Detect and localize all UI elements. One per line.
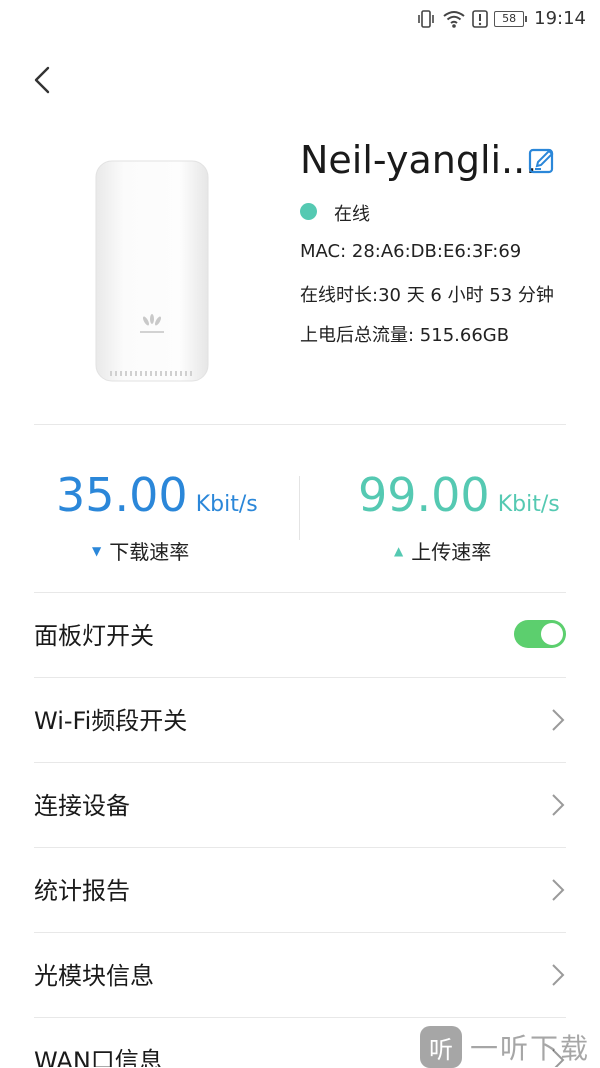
status-time: 19:14 (534, 8, 586, 29)
toggle-knob (541, 623, 563, 645)
chevron-right-icon (552, 879, 565, 901)
row-divider (34, 1017, 566, 1018)
router-image (95, 160, 209, 382)
connected-devices-row[interactable]: 连接设备 (34, 764, 566, 848)
connected-devices-label: 连接设备 (34, 792, 130, 820)
mac-address: MAC: 28:A6:DB:E6:3F:69 (300, 241, 522, 262)
upload-label: ▲ 上传速率 (394, 536, 491, 565)
upload-speed-value: 99.00 (358, 468, 490, 522)
statistics-report-row[interactable]: 统计报告 (34, 849, 566, 933)
chevron-right-icon (552, 794, 565, 816)
total-traffic: 上电后总流量: 515.66GB (300, 325, 510, 346)
panel-light-row[interactable]: 面板灯开关 (34, 594, 566, 678)
chevron-right-icon (552, 964, 565, 986)
row-divider (34, 847, 566, 848)
status-icons: 58 19:14 (416, 8, 586, 29)
battery-icon: 58 (494, 10, 528, 27)
upload-speed: 99.00 Kbit/s (358, 468, 560, 522)
wifi-band-label: Wi-Fi频段开关 (34, 707, 188, 735)
download-speed: 35.00 Kbit/s (56, 468, 258, 522)
online-status-dot (300, 203, 317, 220)
download-speed-value: 35.00 (56, 468, 188, 522)
battery-level: 58 (502, 12, 517, 25)
section-divider (34, 592, 566, 593)
wifi-icon (443, 10, 465, 28)
panel-light-toggle[interactable] (514, 620, 566, 648)
online-duration: 在线时长:30 天 6 小时 53 分钟 (300, 285, 554, 306)
download-speed-unit: Kbit/s (195, 492, 258, 517)
row-divider (34, 762, 566, 763)
panel-light-label: 面板灯开关 (34, 622, 154, 650)
wifi-band-row[interactable]: Wi-Fi频段开关 (34, 679, 566, 763)
speed-divider (299, 476, 300, 540)
chevron-right-icon (552, 709, 565, 731)
edit-icon[interactable] (527, 146, 557, 176)
status-bar: 58 19:14 (0, 0, 600, 40)
upload-label-text: 上传速率 (411, 540, 492, 564)
online-status-text: 在线 (334, 204, 370, 225)
download-label-text: 下载速率 (109, 540, 190, 564)
up-triangle-icon: ▲ (394, 543, 404, 558)
back-arrow-icon[interactable] (26, 62, 62, 98)
down-triangle-icon: ▼ (92, 543, 102, 558)
alert-icon (472, 9, 488, 28)
upload-speed-unit: Kbit/s (497, 492, 560, 517)
download-label: ▼ 下载速率 (92, 536, 189, 565)
watermark-text: 一听下载 (469, 1032, 590, 1065)
vibrate-icon (418, 9, 434, 28)
optical-module-row[interactable]: 光模块信息 (34, 934, 566, 1018)
section-divider (34, 424, 566, 425)
wan-port-label: WAN口信息 (34, 1047, 163, 1067)
row-divider (34, 677, 566, 678)
statistics-report-label: 统计报告 (34, 877, 130, 905)
row-divider (34, 932, 566, 933)
watermark: 听 一听下载 (419, 1026, 590, 1068)
device-name: Neil-yangli... (300, 138, 538, 182)
watermark-logo: 听 (419, 1026, 462, 1068)
optical-module-label: 光模块信息 (34, 962, 154, 990)
